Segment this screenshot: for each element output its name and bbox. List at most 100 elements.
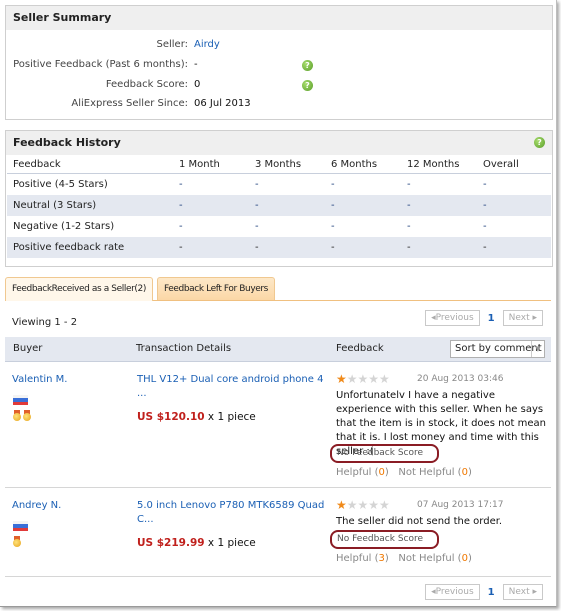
feedback-date: 07 Aug 2013 17:17 — [417, 500, 504, 510]
cell-value: - — [179, 179, 183, 190]
feedback-score-label: Feedback Score: — [105, 79, 188, 90]
column-header: 3 Months — [249, 155, 325, 174]
buyer-name-link[interactable]: Andrey N. — [12, 500, 61, 511]
question-mark-icon[interactable]: ? — [302, 60, 313, 71]
current-page[interactable]: 1 — [488, 587, 495, 598]
helpful-count: 3 — [378, 553, 385, 564]
current-page[interactable]: 1 — [488, 313, 495, 324]
pager-top: ◂Previous 1 Next ▸ — [425, 310, 543, 326]
seller-label: Seller: — [156, 39, 188, 50]
next-button[interactable]: Next ▸ — [502, 310, 543, 326]
row-label: Positive (4-5 Stars) — [13, 179, 108, 190]
cell-value: - — [483, 221, 487, 232]
seller-summary-title: Seller Summary — [6, 6, 552, 30]
feedback-history-title-text: Feedback History — [13, 136, 121, 149]
chevron-down-icon[interactable]: ▼ — [531, 341, 544, 357]
price-line: US $219.99 x 1 piece — [137, 537, 256, 549]
cell-value: - — [249, 195, 325, 216]
seller-since-row: AliExpress Seller Since: 06 Jul 2013 — [6, 96, 552, 112]
question-mark-icon[interactable]: ? — [534, 137, 545, 148]
question-mark-icon[interactable]: ? — [302, 80, 313, 91]
seller-name-link[interactable]: Airdy — [194, 37, 220, 53]
star-rating: ★★★★★ — [336, 372, 390, 386]
product-link[interactable]: 5.0 inch Lenovo P780 MTK6589 Quad C... — [137, 499, 327, 527]
column-header: Feedback — [7, 155, 173, 174]
column-header: 12 Months — [401, 155, 477, 174]
star-filled-icon: ★ — [336, 372, 347, 386]
positive-feedback-value: - — [194, 59, 198, 70]
russia-flag-icon — [13, 395, 28, 405]
buyer-name-link[interactable]: Valentin M. — [12, 374, 67, 385]
buyer-medals — [13, 536, 23, 551]
cell-value: - — [249, 237, 325, 258]
feedback-history-title: Feedback History ? — [6, 131, 552, 155]
feedback-list-header: Buyer Transaction Details Feedback Sort … — [5, 337, 551, 362]
transaction-column-header: Transaction Details — [136, 343, 232, 354]
cell-value: - — [401, 195, 477, 216]
table-header-row: Feedback 1 Month 3 Months 6 Months 12 Mo… — [7, 155, 551, 174]
feedback-score-status: No Feedback Score — [330, 530, 439, 549]
feedback-entry: Valentin M. THL V12+ Dual core android p… — [5, 362, 551, 488]
cell-value: - — [407, 179, 411, 190]
buyer-column-header: Buyer — [13, 343, 43, 354]
helpful-link[interactable]: Helpful — [336, 553, 371, 564]
helpful-votes: Helpful (3) Not Helpful (0) — [336, 553, 472, 564]
viewing-count: Viewing 1 - 2 — [12, 317, 78, 328]
helpful-link[interactable]: Helpful — [336, 467, 371, 478]
cell-value: - — [407, 221, 411, 232]
column-header: Overall — [477, 155, 551, 174]
star-rating: ★★★★★ — [336, 498, 390, 512]
buyer-medals — [13, 410, 33, 425]
cell-value: - — [255, 221, 259, 232]
previous-button[interactable]: ◂Previous — [425, 584, 480, 600]
cell-value: - — [477, 195, 551, 216]
star-empty-icon: ★★★★ — [346, 498, 390, 512]
positive-feedback-label: Positive Feedback (Past 6 months): — [13, 59, 188, 70]
quantity: x 1 piece — [207, 411, 256, 423]
cell-value: - — [173, 237, 249, 258]
cell-value: - — [325, 237, 401, 258]
row-label: Positive feedback rate — [7, 237, 173, 258]
pager-bottom: ◂Previous 1 Next ▸ — [425, 584, 543, 600]
previous-button[interactable]: ◂Previous — [425, 310, 480, 326]
not-helpful-link[interactable]: Not Helpful — [398, 553, 454, 564]
feedback-score-value: 0 — [194, 79, 201, 90]
positive-feedback-row: Positive Feedback (Past 6 months): - ? — [6, 57, 552, 73]
sort-selected: Sort by comment — [455, 343, 542, 354]
quantity: x 1 piece — [207, 537, 256, 549]
next-button[interactable]: Next ▸ — [502, 584, 543, 600]
seller-summary-panel: Seller Summary Seller: Airdy Positive Fe… — [5, 5, 553, 120]
feedback-comment: The seller did not send the order. — [336, 516, 503, 527]
cell-value: - — [483, 179, 487, 190]
not-helpful-link[interactable]: Not Helpful — [398, 467, 454, 478]
column-header: 1 Month — [173, 155, 249, 174]
feedback-tabs: FeedbackReceived as a Seller(2) Feedback… — [5, 277, 551, 301]
price: US $120.10 — [137, 411, 205, 423]
cell-value: - — [477, 237, 551, 258]
cell-value: - — [401, 237, 477, 258]
medal-icon — [13, 536, 21, 548]
table-row: Negative (1-2 Stars) - - - - - — [7, 216, 551, 237]
helpful-votes: Helpful (0) Not Helpful (0) — [336, 467, 472, 478]
cell-value: - — [255, 179, 259, 190]
helpful-count: 0 — [378, 467, 385, 478]
product-link[interactable]: THL V12+ Dual core android phone 4 ... — [137, 373, 327, 401]
medal-icon — [23, 410, 31, 422]
seller-since-value: 06 Jul 2013 — [194, 98, 251, 109]
star-empty-icon: ★★★★ — [346, 372, 390, 386]
feedback-entry: Andrey N. 5.0 inch Lenovo P780 MTK6589 Q… — [5, 488, 551, 577]
tab-feedback-left[interactable]: Feedback Left For Buyers — [157, 277, 275, 300]
star-filled-icon: ★ — [336, 498, 347, 512]
feedback-history-panel: Feedback History ? Feedback 1 Month 3 Mo… — [5, 130, 553, 267]
cell-value: - — [331, 179, 335, 190]
feedback-score-status: No Feedback Score — [330, 444, 439, 463]
seller-since-label: AliExpress Seller Since: — [71, 98, 188, 109]
table-row: Neutral (3 Stars) - - - - - — [7, 195, 551, 216]
cell-value: - — [179, 221, 183, 232]
sort-dropdown[interactable]: Sort by comment ▼ — [450, 340, 545, 358]
price: US $219.99 — [137, 537, 205, 549]
price-line: US $120.10 x 1 piece — [137, 411, 256, 423]
tab-feedback-received[interactable]: FeedbackReceived as a Seller(2) — [5, 277, 153, 301]
column-header: 6 Months — [325, 155, 401, 174]
not-helpful-count: 0 — [461, 467, 468, 478]
